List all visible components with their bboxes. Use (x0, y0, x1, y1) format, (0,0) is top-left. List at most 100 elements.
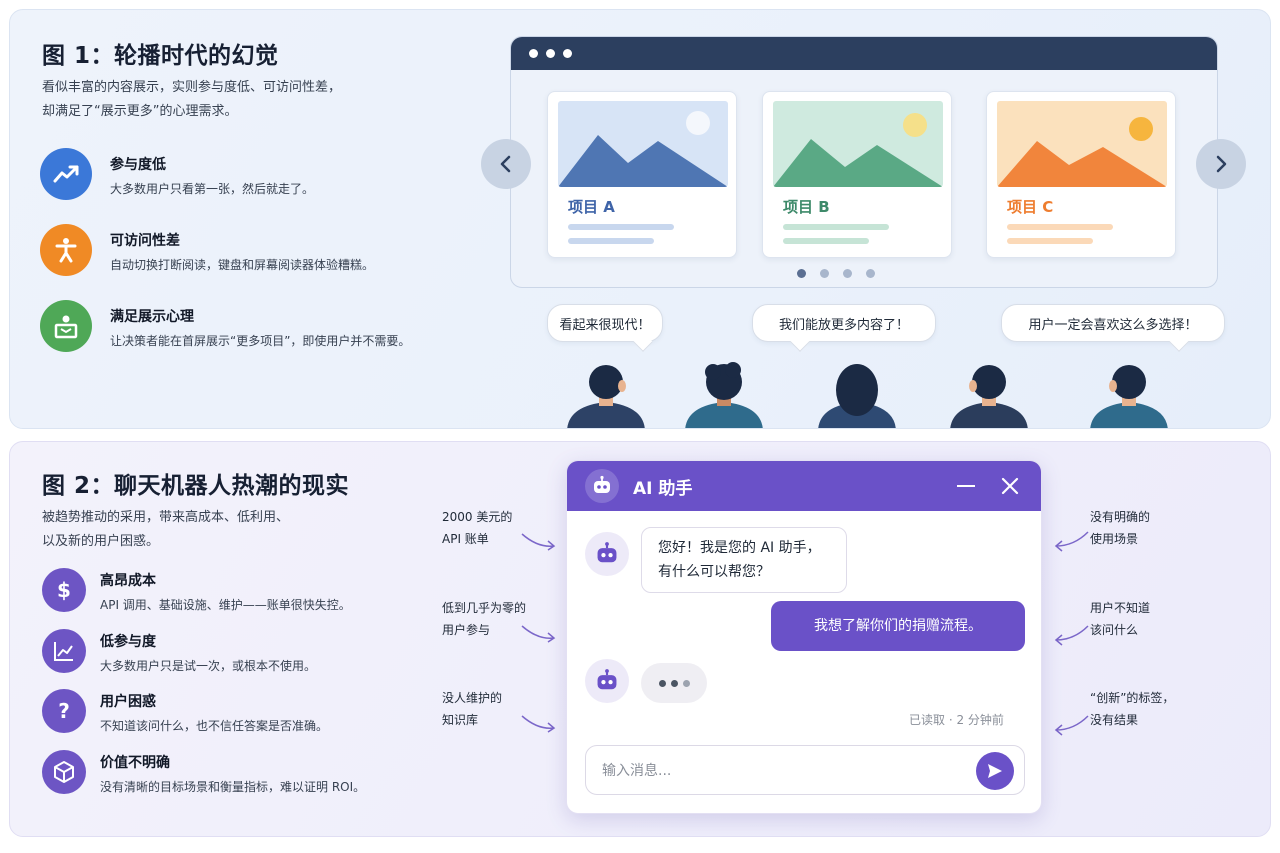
feature-high-cost: $ 高昂成本 API 调用、基础设施、维护——账单很快失控。 (42, 568, 351, 613)
send-icon (988, 764, 1002, 778)
feature-poor-accessibility: 可访问性差 自动切换打断阅读，键盘和屏幕阅读器体验糟糕。 (40, 224, 374, 276)
feature-title: 参与度低 (110, 157, 166, 173)
carousel-page-dot[interactable] (866, 269, 875, 278)
feature-title: 满足展示心理 (110, 309, 194, 325)
robot-icon (585, 469, 619, 503)
message-input[interactable]: 输入消息... (585, 745, 1025, 795)
carousel-page-dot[interactable] (820, 269, 829, 278)
typing-dot (670, 679, 678, 687)
close-icon[interactable] (1001, 477, 1019, 499)
carousel-card-b[interactable]: 项目 B (762, 91, 952, 258)
carousel-page-dot[interactable] (797, 269, 806, 278)
annotation-no-use-case: 没有明确的 使用场景 (1090, 506, 1150, 550)
figure-1-panel: 图 1：轮播时代的幻觉 看似丰富的内容展示，实则参与度低、可访问性差， 却满足了… (9, 9, 1271, 429)
bot-message-line: 您好！我是您的 AI 助手， (658, 540, 821, 556)
window-dot-icon (546, 49, 555, 58)
annotation-low-participation: 低到几乎为零的 用户参与 (442, 597, 526, 641)
window-dot-icon (529, 49, 538, 58)
feature-unclear-value: 价值不明确 没有清晰的目标场景和衡量指标，难以证明 ROI。 (42, 750, 365, 795)
annotation-line: 用户参与 (442, 623, 491, 637)
annotation-what-to-ask: 用户不知道 该问什么 (1090, 597, 1150, 641)
feature-desc: API 调用、基础设施、维护——账单很快失控。 (100, 598, 351, 612)
card-text-line (783, 224, 889, 230)
card-label: 项目 A (568, 198, 615, 216)
curved-arrow-icon (1054, 625, 1089, 646)
chat-title: AI 助手 (633, 478, 693, 499)
question-icon: ? (42, 689, 86, 733)
typing-dot (682, 679, 690, 687)
user-message: 我想了解你们的捐赠流程。 (771, 601, 1025, 651)
accessibility-icon (40, 224, 92, 276)
send-button[interactable] (976, 752, 1014, 790)
carousel-next-button[interactable] (1196, 139, 1246, 189)
mountain-image-icon (558, 101, 728, 187)
annotation-line: “创新”的标签， (1090, 691, 1175, 705)
annotation-line: API 账单 (442, 532, 489, 546)
feature-desc: 自动切换打断阅读，键盘和屏幕阅读器体验糟糕。 (110, 258, 375, 272)
card-text-line (783, 238, 869, 244)
figure-2-subtitle-line-2: 以及新的用户困惑。 (42, 534, 160, 549)
card-label: 项目 C (1007, 198, 1054, 216)
curved-arrow-icon (1054, 715, 1089, 736)
mountain-image-icon (773, 101, 943, 187)
card-text-line (568, 238, 654, 244)
minimize-icon[interactable] (957, 485, 975, 487)
speech-bubble: 看起来很现代！ (547, 304, 663, 352)
figure-2-subtitle: 被趋势推动的采用，带来高成本、低利用、 以及新的用户困惑。 (42, 506, 442, 554)
svg-text:?: ? (58, 699, 70, 723)
figure-1-subtitle: 看似丰富的内容展示，实则参与度低、可访问性差， 却满足了“展示更多”的心理需求。 (42, 76, 442, 124)
svg-text:$: $ (57, 578, 71, 602)
feature-title: 用户困惑 (100, 694, 156, 710)
carousel-card-a[interactable]: 项目 A (547, 91, 737, 258)
feature-desc: 不知道该问什么，也不信任答案是否准确。 (100, 719, 329, 733)
cube-icon (42, 750, 86, 794)
typing-dot (658, 679, 666, 687)
annotation-api-bill: 2000 美元的 API 账单 (442, 506, 512, 550)
card-text-line (1007, 238, 1093, 244)
person-back-icon (681, 360, 767, 428)
presenter-icon (40, 300, 92, 352)
bot-avatar (585, 659, 629, 703)
feature-low-engagement-2: 低参与度 大多数用户只是试一次，或根本不使用。 (42, 629, 316, 674)
annotation-line: 使用场景 (1090, 532, 1139, 546)
carousel-browser-window: 项目 A 项目 B 项目 C (510, 36, 1218, 288)
figure-2-title: 图 2：聊天机器人热潮的现实 (42, 473, 350, 499)
curved-arrow-icon (1054, 531, 1089, 552)
curved-arrow-icon (521, 715, 556, 733)
carousel-prev-button[interactable] (481, 139, 531, 189)
feature-desc: 让决策者能在首屏展示“更多项目”，即使用户并不需要。 (110, 334, 411, 348)
feature-title: 价值不明确 (100, 755, 170, 771)
figure-2-subtitle-line-1: 被趋势推动的采用，带来高成本、低利用、 (42, 510, 290, 525)
annotation-line: 知识库 (442, 713, 479, 727)
curved-arrow-icon (521, 533, 556, 551)
message-input-placeholder: 输入消息... (602, 763, 672, 779)
browser-title-bar (511, 37, 1217, 70)
card-text-line (1007, 224, 1113, 230)
bubble-tail (1169, 332, 1189, 352)
feature-title: 高昂成本 (100, 573, 156, 589)
annotation-line: 用户不知道 (1090, 601, 1151, 615)
person-back-icon (814, 360, 900, 428)
feature-show-off: 满足展示心理 让决策者能在首屏展示“更多项目”，即使用户并不需要。 (40, 300, 410, 352)
figure-1-subtitle-line-1: 看似丰富的内容展示，实则参与度低、可访问性差， (42, 80, 342, 95)
bubble-tail (633, 332, 653, 352)
bubble-tail (790, 332, 810, 352)
annotation-knowledge-base: 没人维护的 知识库 (442, 687, 502, 731)
carousel-page-dot[interactable] (843, 269, 852, 278)
trend-up-icon (40, 148, 92, 200)
chat-header: AI 助手 (567, 461, 1041, 511)
person-back-icon (946, 360, 1032, 428)
speech-bubble: 用户一定会喜欢这么多选择！ (1001, 304, 1225, 352)
feature-desc: 大多数用户只是试一次，或根本不使用。 (100, 659, 317, 673)
carousel-card-c[interactable]: 项目 C (986, 91, 1176, 258)
figure-1-title: 图 1：轮播时代的幻觉 (42, 43, 279, 69)
feature-title: 低参与度 (100, 634, 156, 650)
speech-bubble-text: 看起来很现代！ (559, 317, 651, 333)
window-dot-icon (563, 49, 572, 58)
person-back-icon (1086, 360, 1172, 428)
annotation-line: 没人维护的 (442, 691, 503, 705)
person-back-icon (563, 360, 649, 428)
feature-desc: 大多数用户只看第一张，然后就走了。 (110, 182, 315, 196)
annotation-line: 没有结果 (1090, 713, 1139, 727)
speech-bubble: 我们能放更多内容了！ (752, 304, 936, 352)
